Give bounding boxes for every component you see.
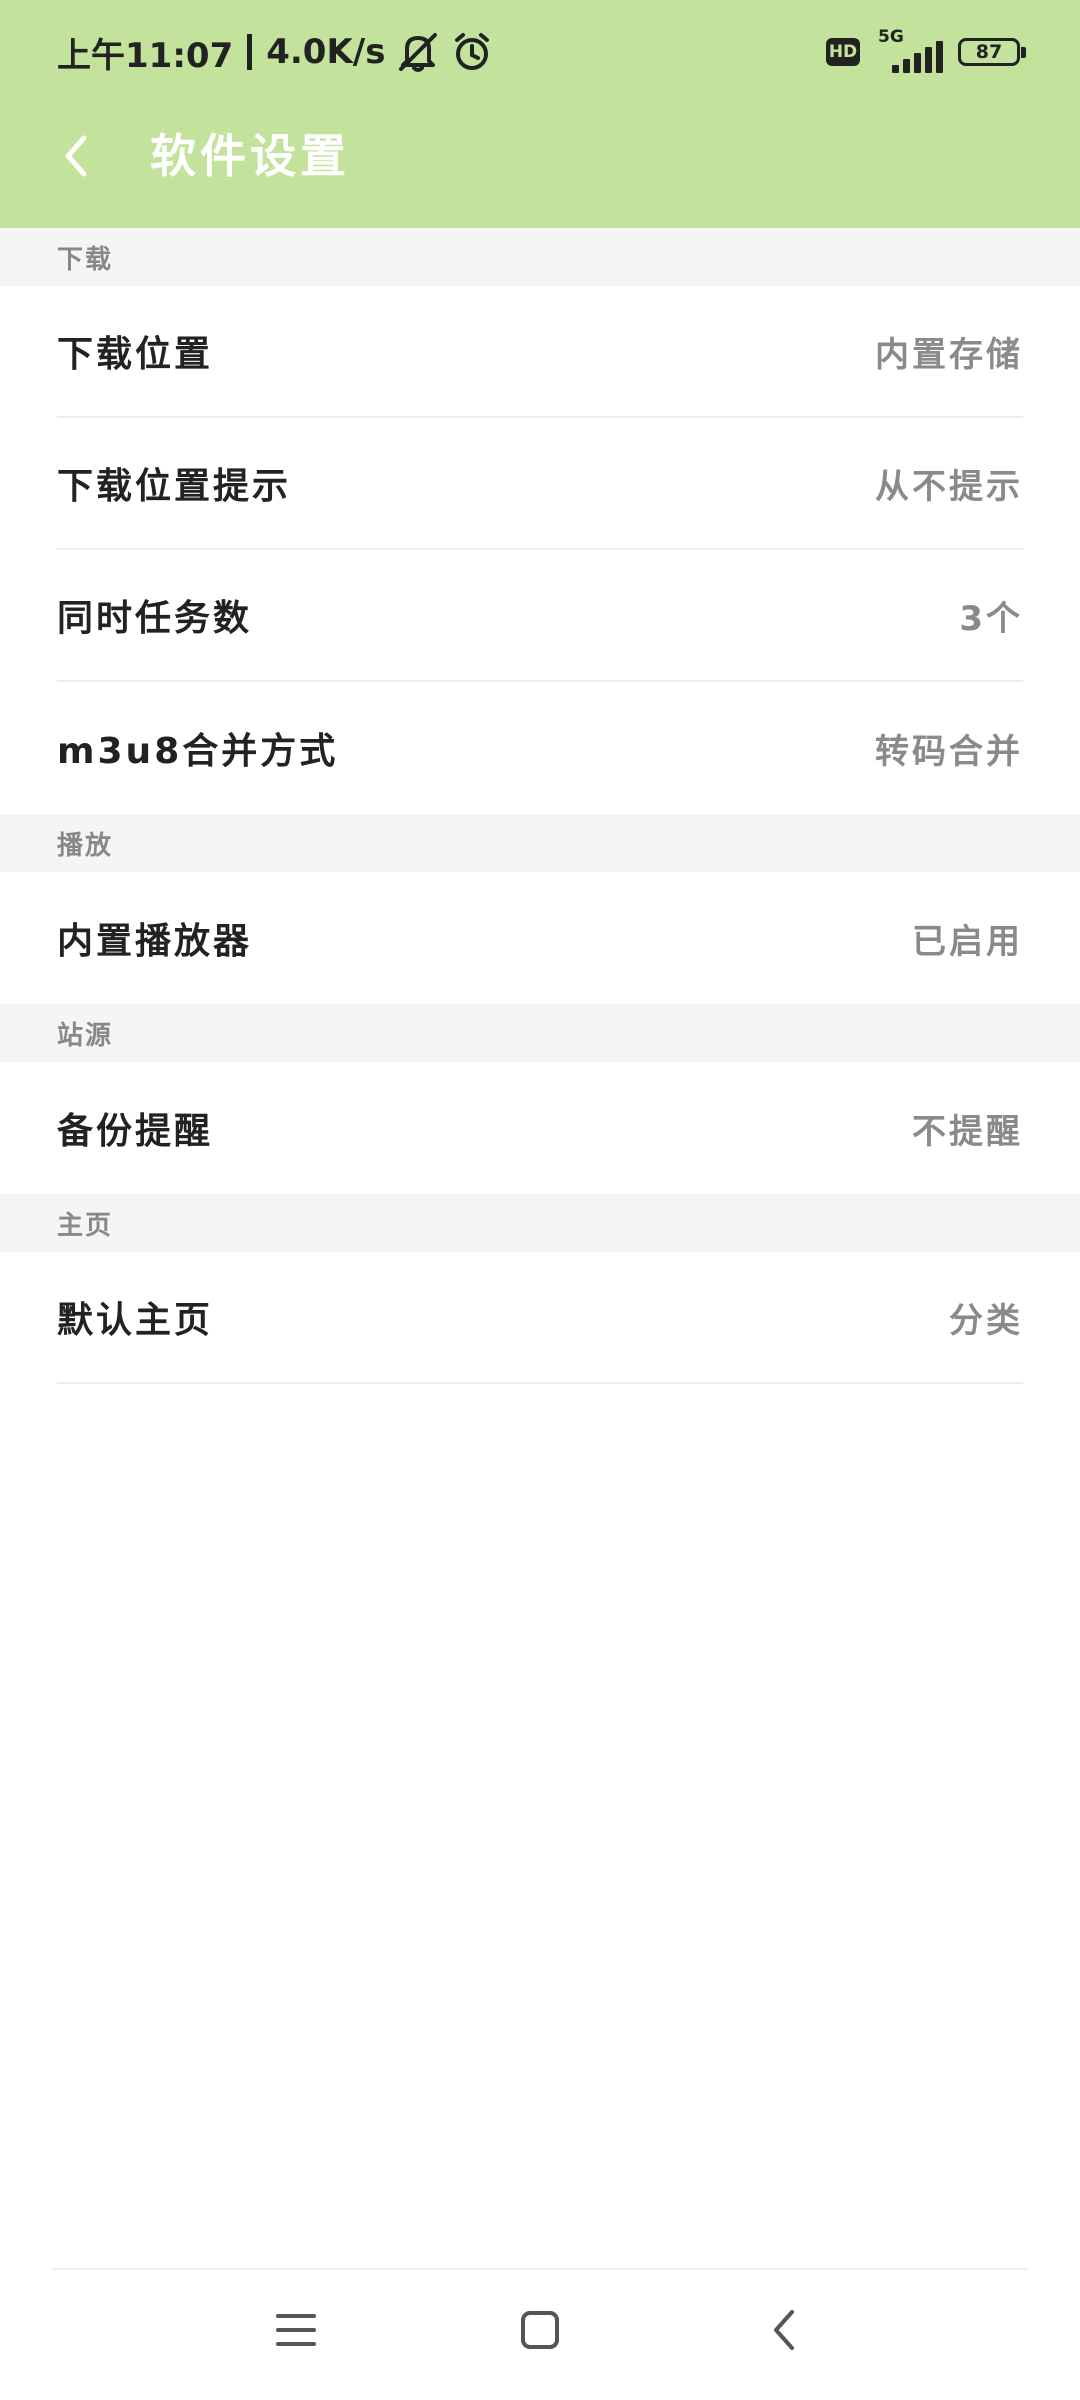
setting-value: 不提醒 bbox=[912, 1111, 1023, 1152]
page-title: 软件设置 bbox=[150, 129, 350, 183]
setting-value: 已启用 bbox=[912, 921, 1023, 962]
app-header: 上午11:07 4.0K/s HD 5G 87 软件设置 bbox=[0, 0, 1080, 228]
setting-value: 3个 bbox=[959, 598, 1023, 639]
chevron-left-icon bbox=[65, 135, 87, 177]
setting-download-location[interactable]: 下载位置 内置存储 bbox=[57, 286, 1023, 418]
setting-label: 同时任务数 bbox=[57, 598, 253, 639]
back-chevron-icon bbox=[774, 2310, 794, 2350]
battery-level: 87 bbox=[975, 41, 1003, 63]
status-bar: 上午11:07 4.0K/s HD 5G 87 bbox=[0, 0, 1080, 100]
setting-value: 分类 bbox=[949, 1300, 1023, 1341]
setting-label: m3u8合并方式 bbox=[57, 731, 339, 772]
alarm-icon bbox=[451, 31, 493, 73]
app-bar: 软件设置 bbox=[0, 100, 1080, 228]
recent-apps-button[interactable] bbox=[251, 2290, 341, 2370]
setting-value: 内置存储 bbox=[875, 334, 1023, 375]
status-right-group: HD 5G 87 bbox=[826, 27, 1026, 76]
menu-icon bbox=[276, 2314, 316, 2346]
setting-label: 备份提醒 bbox=[57, 1111, 214, 1152]
setting-backup-reminder[interactable]: 备份提醒 不提醒 bbox=[57, 1062, 1023, 1194]
section-header-homepage: 主页 bbox=[0, 1194, 1080, 1252]
hd-icon: HD bbox=[826, 38, 860, 66]
status-time: 上午11:07 bbox=[57, 35, 234, 76]
system-back-button[interactable] bbox=[739, 2290, 829, 2370]
setting-label: 默认主页 bbox=[57, 1300, 214, 1341]
settings-list: 下载 下载位置 内置存储 下载位置提示 从不提示 同时任务数 3个 m3u8合并… bbox=[0, 228, 1080, 1384]
signal-icon: 5G bbox=[874, 27, 944, 75]
setting-label: 内置播放器 bbox=[57, 921, 253, 962]
setting-m3u8-merge-method[interactable]: m3u8合并方式 转码合并 bbox=[57, 682, 1023, 814]
setting-builtin-player[interactable]: 内置播放器 已启用 bbox=[57, 872, 1023, 1004]
home-square-icon bbox=[521, 2311, 559, 2349]
setting-label: 下载位置 bbox=[57, 334, 214, 375]
status-divider bbox=[247, 34, 253, 70]
back-button[interactable] bbox=[40, 120, 112, 192]
setting-concurrent-tasks[interactable]: 同时任务数 3个 bbox=[57, 550, 1023, 682]
setting-value: 转码合并 bbox=[875, 731, 1023, 772]
section-header-playback: 播放 bbox=[0, 814, 1080, 872]
setting-download-location-prompt[interactable]: 下载位置提示 从不提示 bbox=[57, 418, 1023, 550]
setting-value: 从不提示 bbox=[875, 466, 1023, 507]
network-speed: 4.0K/s bbox=[266, 32, 386, 72]
status-left-group: 上午11:07 4.0K/s bbox=[57, 26, 493, 78]
setting-default-homepage[interactable]: 默认主页 分类 bbox=[57, 1252, 1023, 1384]
mute-icon bbox=[395, 31, 441, 73]
home-button[interactable] bbox=[495, 2290, 585, 2370]
section-header-download: 下载 bbox=[0, 228, 1080, 286]
setting-label: 下载位置提示 bbox=[57, 466, 292, 507]
section-header-sources: 站源 bbox=[0, 1004, 1080, 1062]
navigation-bar bbox=[0, 2270, 1080, 2400]
battery-icon: 87 bbox=[958, 38, 1026, 66]
